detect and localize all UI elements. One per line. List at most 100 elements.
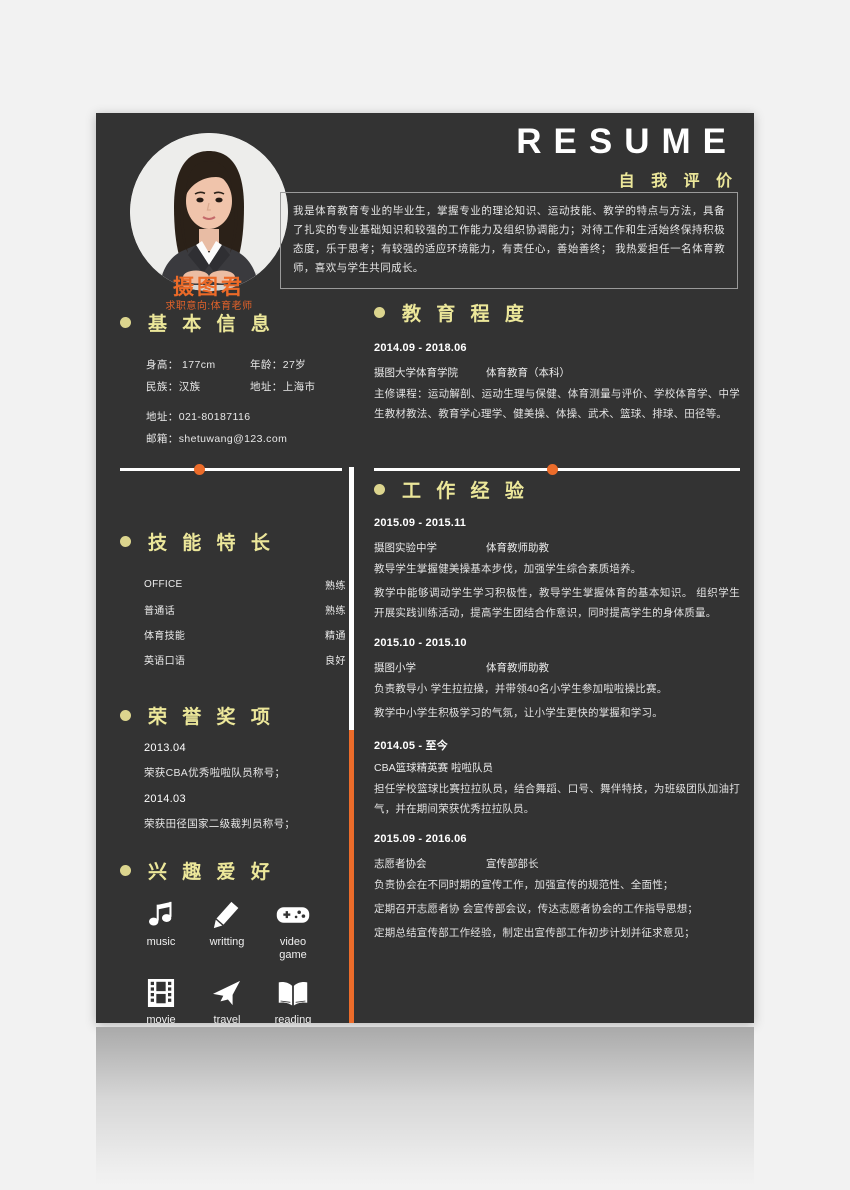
work-date: 2014.05 - 至今 bbox=[374, 740, 448, 752]
basic-info-list: 身高： 177cm 年龄：27岁 民族：汉族 地址：上海市 地址：021-801… bbox=[146, 354, 346, 450]
skill-row: OFFICE 熟练 bbox=[144, 572, 346, 597]
skill-bar-track bbox=[215, 607, 299, 613]
hobby-label: movie bbox=[146, 1014, 176, 1023]
honor-date: 2014.03 bbox=[144, 793, 186, 805]
skill-label: OFFICE bbox=[144, 579, 183, 590]
hobbies-grid: music writting video game movie travel r… bbox=[128, 884, 334, 1023]
work-date: 2015.10 - 2015.10 bbox=[374, 637, 467, 649]
skill-label: 体育技能 bbox=[144, 631, 186, 642]
reflection-fade-mask bbox=[96, 1027, 754, 1187]
info-email: 邮箱：shetuwang@123.com bbox=[146, 433, 288, 445]
film-strip-icon bbox=[128, 976, 194, 1010]
music-note-icon bbox=[128, 898, 194, 932]
section-education: 教 育 程 度 bbox=[374, 299, 740, 326]
hobby-item-movie: movie bbox=[128, 976, 194, 1023]
open-book-icon bbox=[260, 976, 326, 1010]
resume-page: 摄图君 求职意向:体育老师 RESUME 自 我 评 价 我是体育教育专业的毕业… bbox=[96, 113, 754, 1023]
profile-photo bbox=[130, 133, 288, 291]
info-row: 邮箱：shetuwang@123.com bbox=[146, 428, 346, 450]
airplane-icon bbox=[194, 976, 260, 1010]
info-city: 地址：上海市 bbox=[250, 381, 316, 393]
page-title: RESUME bbox=[516, 122, 738, 161]
hobby-label: music bbox=[146, 936, 176, 948]
hobbies-title: 兴 趣 爱 好 bbox=[148, 862, 275, 883]
skill-bar-track bbox=[215, 632, 299, 638]
bullet-dot-icon bbox=[374, 307, 385, 318]
work-paragraph: 教导学生掌握健美操基本步伐，加强学生综合素质培养。 bbox=[374, 563, 642, 575]
work-date: 2015.09 - 2015.11 bbox=[374, 517, 467, 529]
hobby-label: reading bbox=[274, 1014, 312, 1023]
skill-row: 英语口语 良好 bbox=[144, 647, 346, 672]
info-row: 地址：021-80187116 bbox=[146, 406, 346, 428]
hobby-item-writing: writting bbox=[194, 898, 260, 962]
bullet-dot-icon bbox=[120, 865, 131, 876]
work-org-row: CBA篮球精英赛 啦啦队员 bbox=[374, 760, 740, 775]
work-paragraph: 负责协会在不同时期的宣传工作，加强宣传的规范性、全面性； bbox=[374, 879, 674, 891]
work-item: 2015.09 - 2016.06 志愿者协会 宣传部部长 负责协会在不同时期的… bbox=[374, 833, 740, 943]
section-skills: 技 能 特 长 bbox=[120, 528, 346, 555]
work-org-row: 摄图实验中学 体育教师助教 bbox=[374, 540, 740, 555]
honors-list: 2013.04 荣获CBA优秀啦啦队员称号； 2014.03 荣获田径国家二级裁… bbox=[144, 742, 346, 831]
section-hobbies: 兴 趣 爱 好 bbox=[120, 857, 346, 884]
bullet-dot-icon bbox=[120, 710, 131, 721]
divider-knob-icon bbox=[194, 464, 205, 475]
work-item: 2014.05 - 至今 CBA篮球精英赛 啦啦队员 担任学校篮球比赛拉拉队员，… bbox=[374, 737, 740, 819]
education-title: 教 育 程 度 bbox=[402, 304, 529, 325]
self-evaluation-title: 自 我 评 价 bbox=[618, 173, 738, 190]
work-org: 摄图小学 bbox=[374, 662, 416, 674]
honors-title: 荣 誉 奖 项 bbox=[148, 707, 275, 728]
skill-level: 熟练 bbox=[325, 606, 346, 617]
hobby-label: travel bbox=[213, 1014, 241, 1023]
hobby-item-videogame: video game bbox=[260, 898, 326, 962]
skills-list: OFFICE 熟练 普通话 熟练 体育技能 精通 英语口语 良好 bbox=[144, 572, 346, 672]
education-school: 摄图大学体育学院 bbox=[374, 367, 458, 379]
bullet-dot-icon bbox=[120, 536, 131, 547]
work-paragraph: 定期召开志愿者协 会宣传部会议，传达志愿者协会的工作指导思想； bbox=[374, 903, 699, 915]
bullet-dot-icon bbox=[120, 317, 131, 328]
work-title: 工 作 经 验 bbox=[402, 481, 529, 502]
section-basic-info: 基 本 信 息 bbox=[120, 309, 346, 336]
hobby-item-music: music bbox=[128, 898, 194, 962]
info-ethnicity: 民族：汉族 bbox=[146, 381, 201, 393]
education-date: 2014.09 - 2018.06 bbox=[374, 342, 467, 354]
skill-bar-track bbox=[215, 657, 299, 663]
skill-level: 良好 bbox=[325, 656, 346, 667]
skill-bar-track bbox=[215, 582, 299, 588]
self-evaluation-text: 我是体育教育专业的毕业生，掌握专业的理论知识、运动技能、教学的特点与方法，具备了… bbox=[293, 205, 725, 274]
section-work: 工 作 经 验 bbox=[374, 476, 740, 503]
info-row: 身高： 177cm 年龄：27岁 bbox=[146, 354, 346, 376]
section-honors: 荣 誉 奖 项 bbox=[120, 702, 346, 729]
self-evaluation-box: 我是体育教育专业的毕业生，掌握专业的理论知识、运动技能、教学的特点与方法，具备了… bbox=[280, 192, 738, 289]
honor-date: 2013.04 bbox=[144, 742, 186, 754]
gamepad-icon bbox=[260, 898, 326, 932]
work-paragraph: 负责教导小 学生拉拉操，并带领40名小学生参加啦啦操比赛。 bbox=[374, 683, 668, 695]
work-paragraph: 教学中小学生积极学习的气氛，让小学生更快的掌握和学习。 bbox=[374, 707, 663, 719]
column-divider-white bbox=[349, 467, 354, 743]
work-org: 志愿者协会 bbox=[374, 858, 427, 870]
hobby-item-travel: travel bbox=[194, 976, 260, 1023]
divider-left bbox=[120, 464, 342, 475]
work-org: CBA篮球精英赛 啦啦队员 bbox=[374, 762, 494, 774]
info-age: 年龄：27岁 bbox=[250, 359, 307, 371]
hobby-item-reading: reading bbox=[260, 976, 326, 1023]
avatar bbox=[130, 133, 288, 291]
left-column: 基 本 信 息 身高： 177cm 年龄：27岁 民族：汉族 地址：上海市 地址… bbox=[120, 309, 346, 1023]
work-paragraph: 担任学校篮球比赛拉拉队员，结合舞蹈、口号、舞伴特技，为班级团队加油打气，并在期间… bbox=[374, 783, 740, 815]
screenshot-stage: 摄图君 求职意向:体育老师 RESUME 自 我 评 价 我是体育教育专业的毕业… bbox=[0, 0, 850, 1190]
education-org-row: 摄图大学体育学院 体育教育（本科） bbox=[374, 365, 740, 380]
skill-level: 熟练 bbox=[325, 581, 346, 592]
work-org-row: 摄图小学 体育教师助教 bbox=[374, 660, 740, 675]
column-divider-orange bbox=[349, 730, 354, 1023]
right-column: 教 育 程 度 2014.09 - 2018.06 摄图大学体育学院 体育教育（… bbox=[374, 299, 740, 943]
hobby-label: writting bbox=[209, 936, 245, 948]
info-height: 身高： 177cm bbox=[146, 359, 216, 371]
honor-text: 荣获田径国家二级裁判员称号； bbox=[144, 818, 296, 830]
page-reflection: movie travel bbox=[96, 1027, 754, 1187]
skill-row: 普通话 熟练 bbox=[144, 597, 346, 622]
info-row: 民族：汉族 地址：上海市 bbox=[146, 376, 346, 398]
skill-level: 精通 bbox=[325, 631, 346, 642]
education-courses: 主修课程：运动解剖、运动生理与保健、体育测量与评价、学校体育学、中学生教材教法、… bbox=[374, 388, 740, 420]
work-role: 宣传部部长 bbox=[486, 858, 539, 870]
work-paragraph: 定期总结宣传部工作经验，制定出宣传部工作初步计划并征求意见； bbox=[374, 927, 695, 939]
work-date: 2015.09 - 2016.06 bbox=[374, 833, 467, 845]
